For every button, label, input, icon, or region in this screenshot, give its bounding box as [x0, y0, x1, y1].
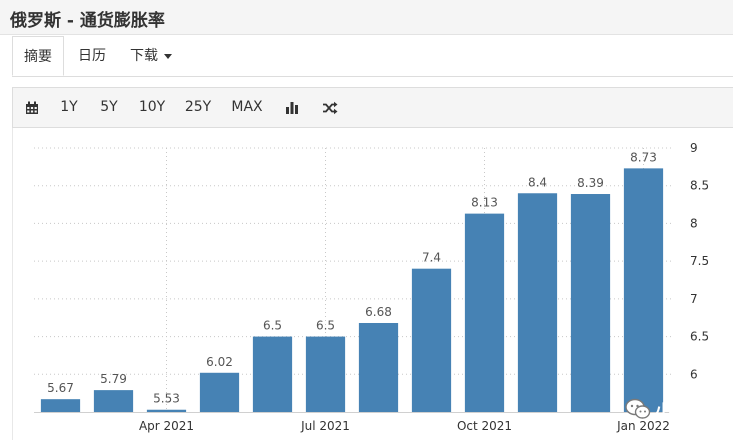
y-tick-label: 9	[690, 141, 698, 155]
y-tick-label: 8.5	[690, 179, 709, 193]
bar	[146, 409, 187, 412]
x-tick-label: Apr 2021	[139, 419, 194, 433]
bar	[623, 168, 664, 412]
bar	[199, 372, 240, 412]
shuffle-icon[interactable]	[315, 88, 345, 127]
bar-data-label: 8.13	[471, 196, 498, 210]
range-10y-button[interactable]: 10Y	[134, 88, 170, 127]
bar-data-label: 8.4	[528, 175, 547, 189]
y-tick-label: 8	[690, 216, 698, 230]
bar-data-label: 6.68	[365, 305, 392, 319]
tab-download-label: 下载	[130, 48, 158, 64]
title-bar: 俄罗斯 - 通货膨胀率	[0, 0, 733, 35]
chart-area: 6 6.5 7 7.5 8 8.5 9 5.67 5.79 5.53 6.02 6.5 6.5 6.68 7…	[12, 128, 733, 440]
bar	[358, 322, 399, 412]
x-tick-label: Oct 2021	[457, 419, 512, 433]
wechat-icon	[625, 398, 651, 419]
bar-chart: 6 6.5 7 7.5 8 8.5 9 5.67 5.79 5.53 6.02 6.5 6.5 6.68 7…	[34, 141, 709, 433]
bar-data-label: 6.02	[206, 355, 233, 369]
range-1y-button[interactable]: 1Y	[54, 88, 84, 127]
bar-data-label: 5.53	[153, 392, 180, 406]
range-5y-button[interactable]: 5Y	[94, 88, 124, 127]
y-tick-label: 6.5	[690, 330, 709, 344]
bar	[40, 399, 81, 412]
bar	[252, 336, 293, 412]
bar-data-label: 8.73	[630, 150, 657, 164]
chart-toolbar: 1Y 5Y 10Y 25Y MAX	[12, 87, 733, 128]
bar-data-label: 5.79	[100, 372, 127, 386]
bar-data-label: 8.39	[577, 176, 604, 190]
bar	[570, 194, 611, 412]
range-25y-button[interactable]: 25Y	[180, 88, 216, 127]
bar	[517, 193, 558, 412]
tab-bar: 摘要 日历 下载	[12, 36, 733, 77]
bar-data-label: 5.67	[47, 381, 74, 395]
bar	[93, 390, 134, 412]
bar	[411, 268, 452, 412]
bar-data-label: 7.4	[422, 251, 441, 265]
watermark: 小妙说	[625, 396, 706, 422]
bar-data-label: 6.5	[316, 319, 335, 333]
watermark-text: 小妙说	[655, 401, 706, 422]
tab-calendar[interactable]: 日历	[78, 36, 106, 76]
bar	[464, 213, 505, 412]
bar-data-label: 6.5	[263, 319, 282, 333]
bar	[305, 336, 346, 412]
y-tick-label: 7.5	[690, 254, 709, 268]
bar-chart-icon[interactable]	[277, 88, 307, 127]
y-tick-label: 6	[690, 367, 698, 381]
x-tick-label: Jul 2021	[300, 419, 350, 433]
caret-down-icon	[164, 53, 172, 59]
y-tick-label: 7	[690, 292, 698, 306]
range-max-button[interactable]: MAX	[227, 88, 267, 127]
page-title: 俄罗斯 - 通货膨胀率	[10, 11, 165, 31]
tab-download[interactable]: 下载	[130, 36, 172, 76]
calendar-icon[interactable]	[17, 88, 47, 127]
tab-summary[interactable]: 摘要	[12, 36, 64, 76]
